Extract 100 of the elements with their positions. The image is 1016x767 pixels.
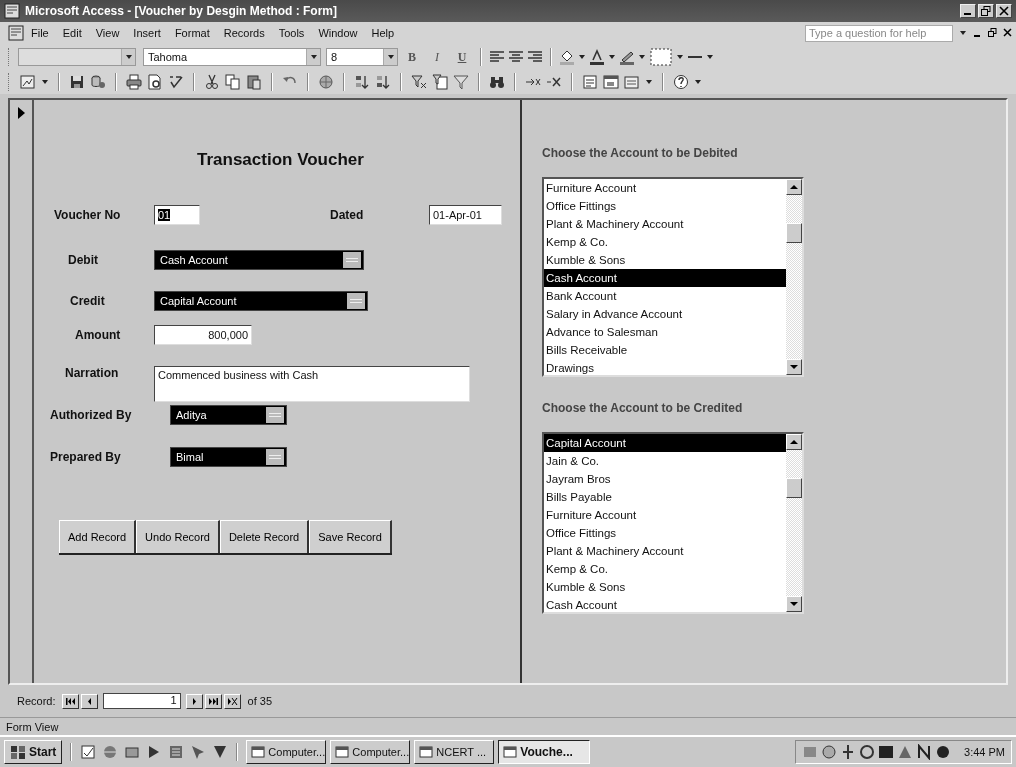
list-item[interactable]: Kemp & Co.: [544, 233, 786, 251]
account-list[interactable]: Capital Account Jain & Co. Jayram Bros Bills Payable Furniture Account Office Fittings Plant & Machinery Account Kemp & Co. Kumble & Sons Cash Account: [542, 432, 804, 614]
list-item[interactable]: Cash Account: [544, 269, 786, 287]
list-item[interactable]: Kumble & Sons: [544, 578, 786, 596]
close-icon[interactable]: [1003, 28, 1012, 38]
start-button[interactable]: Start: [4, 740, 63, 764]
align-right-icon[interactable]: [527, 49, 543, 65]
dropdown[interactable]: Capital Account: [154, 291, 368, 311]
record-number-field[interactable]: 1: [102, 693, 181, 709]
list-item[interactable]: Advance to Salesman: [544, 323, 786, 341]
list-item[interactable]: Furniture Account: [544, 506, 786, 524]
list-item[interactable]: Cash Account: [544, 596, 786, 612]
filter-icon[interactable]: [411, 74, 427, 90]
checkbox-icon[interactable]: [80, 744, 97, 760]
grid-icon[interactable]: [168, 744, 185, 760]
list-item[interactable]: Bills Receivable: [544, 341, 786, 359]
menu-item[interactable]: Tools: [271, 25, 312, 41]
caret-icon[interactable]: [645, 78, 653, 86]
align-center-icon[interactable]: [508, 49, 524, 65]
save-icon[interactable]: [69, 74, 85, 90]
new-object-icon[interactable]: [624, 74, 640, 90]
account-list[interactable]: Furniture Account Office Fittings Plant & Machinery Account Kemp & Co. Kumble & Sons Cash Account Bank Account Salary in Advance Account Advance to Salesman Bills Receivable Drawings: [542, 177, 804, 377]
dropdown[interactable]: Cash Account: [154, 250, 364, 270]
menu-item[interactable]: Insert: [126, 25, 168, 41]
menu-item[interactable]: Edit: [55, 25, 89, 41]
window-icon[interactable]: [603, 74, 619, 90]
scroll-down-icon[interactable]: [789, 600, 799, 608]
text-field[interactable]: 01-Apr-01: [429, 205, 502, 225]
copy-icon[interactable]: [225, 74, 241, 90]
list-item[interactable]: Furniture Account: [544, 179, 786, 197]
triangle-icon[interactable]: [212, 744, 229, 760]
list-item[interactable]: Plant & Machinery Account: [544, 542, 786, 560]
scrollbar[interactable]: [786, 434, 802, 612]
border-icon[interactable]: [649, 47, 673, 67]
print-icon[interactable]: [126, 74, 142, 90]
list-item[interactable]: Bills Payable: [544, 488, 786, 506]
record-button[interactable]: Save Record: [309, 520, 392, 553]
restore-icon[interactable]: [988, 28, 997, 38]
record-button[interactable]: Add Record: [59, 520, 137, 553]
list-item[interactable]: Bank Account: [544, 287, 786, 305]
paste-icon[interactable]: [246, 74, 262, 90]
text-field[interactable]: 01: [154, 205, 200, 225]
menu-item[interactable]: Records: [216, 25, 272, 41]
list-item[interactable]: Jayram Bros: [544, 470, 786, 488]
caret-icon[interactable]: [608, 53, 616, 61]
list-item[interactable]: Drawings: [544, 359, 786, 375]
scroll-up-icon[interactable]: [789, 183, 799, 191]
list-item[interactable]: Capital Account: [544, 434, 786, 452]
font-dropdown[interactable]: Tahoma: [143, 48, 321, 66]
scroll-up-icon[interactable]: [789, 438, 799, 446]
taskbar-button[interactable]: Vouche...: [498, 740, 591, 764]
paint-bucket-icon[interactable]: [559, 49, 575, 65]
bold-button[interactable]: B: [401, 47, 423, 67]
list-item[interactable]: Office Fittings: [544, 197, 786, 215]
window-icon[interactable]: [251, 745, 266, 759]
filter-form-icon[interactable]: [432, 74, 448, 90]
list-item[interactable]: Kumble & Sons: [544, 251, 786, 269]
line-color-icon[interactable]: [619, 49, 635, 65]
help-icon[interactable]: [673, 74, 689, 90]
caret-icon[interactable]: [309, 53, 318, 61]
taskbar-button[interactable]: NCERT ...: [414, 740, 495, 764]
window-icon[interactable]: [335, 745, 350, 759]
list-item[interactable]: Jain & Co.: [544, 452, 786, 470]
font-color-icon[interactable]: [589, 49, 605, 65]
dropdown[interactable]: Aditya: [170, 405, 287, 425]
taskbar-button[interactable]: Computer...: [330, 740, 411, 764]
scrollbar[interactable]: [786, 179, 802, 375]
caret-icon[interactable]: [959, 29, 967, 37]
caret-icon[interactable]: [41, 78, 49, 86]
underline-button[interactable]: U: [451, 47, 473, 67]
taskbar-button[interactable]: Computer...: [246, 740, 327, 764]
scroll-thumb[interactable]: [786, 223, 802, 243]
caret-icon[interactable]: [706, 53, 714, 61]
list-item[interactable]: Plant & Machinery Account: [544, 215, 786, 233]
window-icon[interactable]: [419, 745, 434, 759]
windows-flag-icon[interactable]: [10, 744, 26, 760]
sort-ascending-icon[interactable]: [354, 74, 370, 90]
binoculars-icon[interactable]: [489, 74, 505, 90]
list-item[interactable]: Office Fittings: [544, 524, 786, 542]
list-item[interactable]: Kemp & Co.: [544, 560, 786, 578]
spelling-icon[interactable]: [168, 74, 184, 90]
menu-item[interactable]: Format: [167, 25, 217, 41]
funnel-icon[interactable]: [453, 74, 469, 90]
menu-item[interactable]: View: [88, 25, 127, 41]
help-search-field[interactable]: Type a question for help: [805, 24, 953, 42]
caret-icon[interactable]: [386, 53, 395, 61]
scroll-down-icon[interactable]: [789, 363, 799, 371]
caret-icon[interactable]: [578, 53, 586, 61]
menu-item[interactable]: File: [24, 25, 56, 41]
monitor-icon[interactable]: [124, 744, 141, 760]
caret-icon[interactable]: [676, 53, 684, 61]
scroll-thumb[interactable]: [786, 478, 802, 498]
caret-icon[interactable]: [694, 78, 702, 86]
database-icon[interactable]: [90, 74, 106, 90]
narration-field[interactable]: Commenced business with Cash: [154, 366, 470, 402]
record-button[interactable]: Delete Record: [219, 520, 310, 553]
sort-descending-icon[interactable]: [375, 74, 391, 90]
record-button[interactable]: Undo Record: [136, 520, 220, 553]
window-icon[interactable]: [503, 745, 518, 759]
amount-field[interactable]: 800,000: [154, 325, 252, 345]
